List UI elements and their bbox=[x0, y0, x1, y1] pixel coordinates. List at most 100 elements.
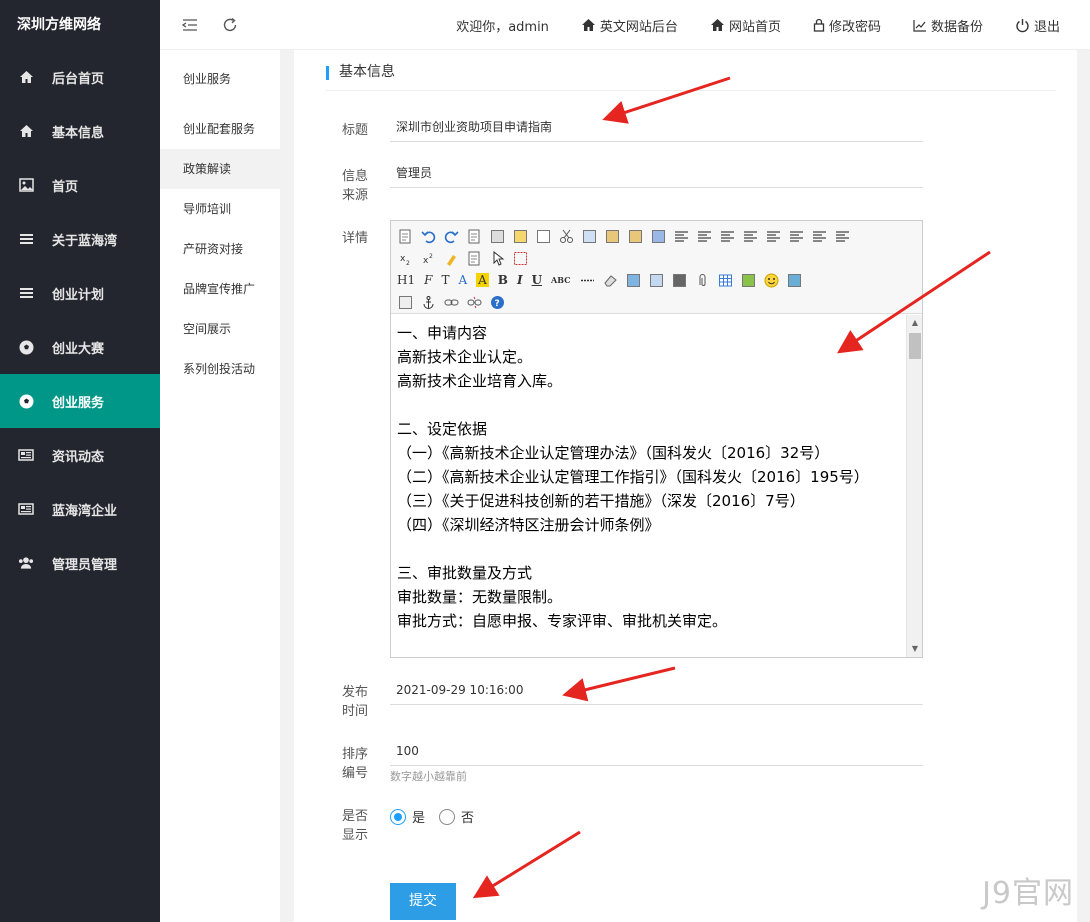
subnav-item-4[interactable]: 产研资对接 bbox=[160, 229, 280, 269]
source-input[interactable]: 管理员 bbox=[390, 158, 923, 188]
sidebar-item-9[interactable]: 管理员管理 bbox=[0, 536, 160, 590]
header-link-2[interactable]: 修改密码 bbox=[813, 16, 881, 35]
subnav-item-0[interactable]: 创业服务 bbox=[160, 59, 280, 109]
scroll-down-icon[interactable]: ▼ bbox=[911, 645, 919, 653]
home-icon bbox=[18, 123, 34, 139]
select-all-icon[interactable] bbox=[466, 250, 482, 266]
justify-icon[interactable] bbox=[742, 228, 758, 244]
sidebar-item-3[interactable]: 关于蓝海湾 bbox=[0, 212, 160, 266]
copy-icon[interactable] bbox=[581, 228, 597, 244]
sidebar-item-7[interactable]: 资讯动态 bbox=[0, 428, 160, 482]
show-no-radio[interactable] bbox=[439, 808, 456, 825]
sort-input[interactable]: 100 bbox=[390, 736, 923, 766]
submit-button[interactable]: 提交 bbox=[390, 883, 456, 920]
link-image-icon[interactable] bbox=[649, 272, 665, 288]
print-icon[interactable] bbox=[489, 228, 505, 244]
welcome-text: 欢迎你，admin bbox=[456, 19, 549, 35]
page-break-icon[interactable] bbox=[397, 294, 413, 310]
subnav-item-7[interactable]: 系列创投活动 bbox=[160, 349, 280, 389]
strikethrough-button[interactable]: ABC bbox=[551, 275, 570, 285]
picture-icon[interactable] bbox=[787, 272, 803, 288]
brand-logo[interactable]: 深圳方维网络 bbox=[0, 0, 160, 50]
help-icon[interactable]: ? bbox=[489, 294, 505, 310]
link-icon[interactable] bbox=[443, 294, 459, 310]
show-no-label[interactable]: 否 bbox=[461, 807, 474, 826]
subnav-item-6[interactable]: 空间展示 bbox=[160, 309, 280, 349]
paste-icon[interactable] bbox=[604, 228, 620, 244]
emoji-icon[interactable] bbox=[764, 272, 780, 288]
ordered-list-icon[interactable] bbox=[765, 228, 781, 244]
sidebar-item-0[interactable]: 后台首页 bbox=[0, 50, 160, 104]
sidebar-item-2[interactable]: 首页 bbox=[0, 158, 160, 212]
image-icon bbox=[18, 177, 34, 193]
cut-icon[interactable] bbox=[558, 228, 574, 244]
font-color-button[interactable]: A bbox=[458, 273, 467, 287]
header-link-0[interactable]: 英文网站后台 bbox=[581, 16, 678, 35]
header-link-3[interactable]: 数据备份 bbox=[913, 16, 983, 35]
eraser-icon[interactable] bbox=[603, 272, 619, 288]
fullscreen-icon[interactable] bbox=[512, 250, 528, 266]
attachment-icon[interactable] bbox=[695, 272, 711, 288]
subscript-icon[interactable]: x2 bbox=[397, 250, 413, 266]
insert-image-icon[interactable] bbox=[626, 272, 642, 288]
sidebar-item-1[interactable]: 基本信息 bbox=[0, 104, 160, 158]
show-yes-radio[interactable] bbox=[390, 808, 406, 825]
heading-select[interactable]: H1 bbox=[397, 273, 415, 287]
subnav-item-5[interactable]: 品牌宣传推广 bbox=[160, 269, 280, 309]
header-link-1[interactable]: 网站首页 bbox=[710, 16, 781, 35]
italic-button[interactable]: I bbox=[517, 273, 523, 287]
subnav-item-1[interactable]: 创业配套服务 bbox=[160, 109, 280, 149]
sidebar-item-5[interactable]: 创业大赛 bbox=[0, 320, 160, 374]
newspaper-icon bbox=[18, 501, 34, 517]
anchor-icon[interactable] bbox=[420, 294, 436, 310]
table-icon[interactable] bbox=[718, 272, 734, 288]
hr-icon[interactable] bbox=[580, 272, 596, 288]
unordered-list-icon[interactable] bbox=[788, 228, 804, 244]
header-link-4[interactable]: 退出 bbox=[1015, 16, 1060, 35]
editor-scrollbar[interactable]: ▲ ▼ bbox=[906, 315, 922, 657]
scroll-thumb[interactable] bbox=[909, 333, 921, 359]
align-left-icon[interactable] bbox=[673, 228, 689, 244]
refresh-icon[interactable] bbox=[220, 15, 240, 35]
subnav-item-3[interactable]: 导师培训 bbox=[160, 189, 280, 229]
font-family-select[interactable]: F bbox=[424, 273, 432, 287]
undo-icon[interactable] bbox=[420, 228, 436, 244]
font-size-select[interactable]: T bbox=[441, 273, 449, 287]
source-code-icon[interactable] bbox=[397, 228, 413, 244]
publish-time-input[interactable]: 2021-09-29 10:16:00 bbox=[390, 675, 923, 705]
toolbar-row-2: H1 F T A A B I U ABC bbox=[397, 269, 916, 291]
superscript-icon[interactable]: x2 bbox=[420, 250, 436, 266]
power-icon bbox=[1015, 18, 1030, 33]
cursor-icon[interactable] bbox=[489, 250, 505, 266]
subnav-item-2[interactable]: 政策解读 bbox=[160, 149, 280, 189]
preview-icon[interactable] bbox=[466, 228, 482, 244]
paste-text-icon[interactable] bbox=[627, 228, 643, 244]
bold-button[interactable]: B bbox=[498, 273, 508, 287]
menu-collapse-icon[interactable] bbox=[180, 15, 200, 35]
title-input[interactable]: 深圳市创业资助项目申请指南 bbox=[390, 112, 923, 142]
unlink-icon[interactable] bbox=[466, 294, 482, 310]
highlight-button[interactable]: A bbox=[476, 273, 489, 287]
video-icon[interactable] bbox=[672, 272, 688, 288]
scroll-up-icon[interactable]: ▲ bbox=[911, 319, 919, 327]
template-icon[interactable] bbox=[512, 228, 528, 244]
redo-icon[interactable] bbox=[443, 228, 459, 244]
home-icon bbox=[581, 18, 596, 32]
underline-button[interactable]: U bbox=[532, 273, 542, 287]
clear-format-icon[interactable] bbox=[443, 250, 459, 266]
editor-content[interactable]: 一、申请内容 高新技术企业认定。 高新技术企业培育入库。 二、设定依据 （一）《高新技术… bbox=[391, 315, 905, 657]
insert-row-icon[interactable] bbox=[741, 272, 757, 288]
sub-sidebar-list: 创业服务 创业配套服务 政策解读 导师培训 产研资对接 品牌宣传推广 空间展示 系列创投活动 bbox=[160, 59, 280, 389]
sidebar-item-6[interactable]: 创业服务 bbox=[0, 374, 160, 428]
header-links: 欢迎你，admin 英文网站后台 网站首页 修改密码 数据备份 退出 bbox=[456, 0, 1060, 50]
sidebar-item-8[interactable]: 蓝海湾企业 bbox=[0, 482, 160, 536]
align-center-icon[interactable] bbox=[696, 228, 712, 244]
show-yes-label[interactable]: 是 bbox=[412, 807, 425, 826]
align-right-icon[interactable] bbox=[719, 228, 735, 244]
sidebar-item-4[interactable]: 创业计划 bbox=[0, 266, 160, 320]
indent-icon[interactable] bbox=[811, 228, 827, 244]
outdent-icon[interactable] bbox=[834, 228, 850, 244]
paste-word-icon[interactable] bbox=[650, 228, 666, 244]
editor-paragraph: 高新技术企业培育入库。 bbox=[397, 372, 563, 390]
code-icon[interactable] bbox=[535, 228, 551, 244]
